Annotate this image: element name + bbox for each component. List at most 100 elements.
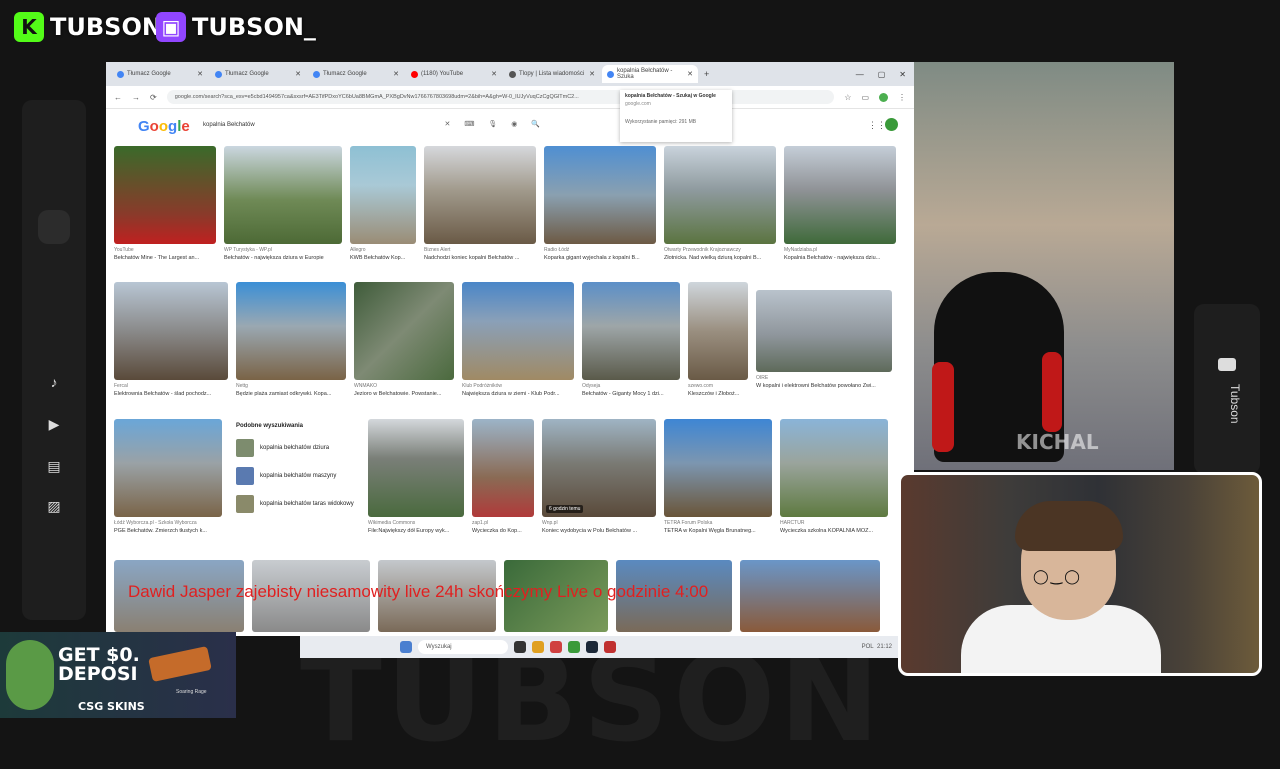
back-icon[interactable]: ←	[114, 93, 122, 102]
result-thumbnail[interactable]	[114, 146, 216, 244]
tab-favicon-icon	[215, 70, 222, 78]
reload-icon[interactable]: ⟳	[150, 93, 157, 102]
forward-icon[interactable]: →	[132, 93, 140, 102]
system-tray: POL 21:12	[861, 644, 892, 650]
tab-hover-card: kopalnia Bełchatów - Szukaj w Google goo…	[620, 90, 732, 142]
image-result-card[interactable]: Fercal Elektrownia Bełchatów - ślad poch…	[114, 282, 228, 397]
result-thumbnail[interactable]	[424, 146, 536, 244]
result-thumbnail[interactable]	[784, 146, 896, 244]
twitch-badge: ▣ TUBSON_	[156, 12, 316, 42]
new-tab-icon[interactable]: +	[704, 69, 709, 79]
google-logo[interactable]: Google	[138, 118, 190, 135]
image-result-card[interactable]: zap1.pl Wycieczka do Kop...	[472, 419, 534, 534]
result-thumbnail[interactable]	[688, 282, 748, 380]
image-result-card[interactable]: Odyseja Bełchatów - Giganty Mocy 1 dzi..…	[582, 282, 680, 397]
result-thumbnail[interactable]	[544, 146, 656, 244]
app-icon[interactable]	[604, 641, 616, 653]
google-favicon-icon	[607, 70, 614, 78]
close-icon[interactable]: ✕	[687, 70, 693, 78]
kick-icon: K	[14, 12, 44, 42]
result-thumbnail[interactable]	[368, 419, 464, 517]
close-icon[interactable]: ✕	[491, 70, 497, 78]
minimize-icon[interactable]: —	[856, 70, 864, 79]
result-thumbnail[interactable]	[350, 146, 416, 244]
windows-taskbar: Wyszukaj POL 21:12	[300, 636, 900, 658]
image-result-card[interactable]: Wikimedia Commons File:Największy dół Eu…	[368, 419, 464, 534]
image-result-card[interactable]: szewo.com Kleszczów i Złoboż...	[688, 282, 748, 397]
result-thumbnail[interactable]	[740, 560, 880, 632]
close-icon[interactable]: ✕	[589, 70, 595, 78]
browser-tab[interactable]: Tłumacz Google ✕	[112, 65, 208, 83]
tab-favicon-icon	[117, 70, 124, 78]
result-thumbnail[interactable]	[664, 146, 776, 244]
file-explorer-icon[interactable]	[532, 641, 544, 653]
result-thumbnail[interactable]	[462, 282, 574, 380]
image-result-card[interactable]: 6 godzin temu Wnp.pl Koniec wydobycia w …	[542, 419, 656, 534]
weapon-skin-icon	[148, 646, 212, 682]
image-result-card[interactable]: MyNadziaba.pl Kopalnia Bełchatów - najwi…	[784, 146, 896, 261]
related-thumbnail	[236, 467, 254, 485]
related-search-item[interactable]: kopalnia bełchatów dziura	[236, 439, 354, 457]
result-thumbnail[interactable]	[224, 146, 342, 244]
account-avatar[interactable]	[885, 118, 898, 131]
profile-avatar[interactable]	[879, 92, 888, 102]
chrome-icon[interactable]	[568, 641, 580, 653]
image-result-card[interactable]: Biznes Alert Nadchodzi koniec kopalni Be…	[424, 146, 536, 261]
related-thumbnail	[236, 495, 254, 513]
image-result-card[interactable]: TETRA Forum Polska TETRA w Kopalni Węgla…	[664, 419, 772, 534]
google-search-input[interactable]: kopalnia Bełchatów ✕ ⌨ 🎙 ◉ 🔍	[194, 117, 554, 133]
result-thumbnail[interactable]	[354, 282, 454, 380]
streamer-webcam: ◯‿◯	[898, 472, 1262, 676]
sponsor-banner[interactable]: GET $0. DEPOSI Soaring Rage CSG SKINS	[0, 632, 236, 718]
menu-icon[interactable]: ⋮	[898, 93, 906, 102]
background-watermark: TUBSON	[300, 630, 884, 769]
twitch-channel-name: TUBSON_	[192, 13, 316, 41]
search-controls: ✕ ⌨ 🎙 ◉ 🔍	[444, 121, 546, 128]
result-thumbnail[interactable]	[472, 419, 534, 517]
image-result-card[interactable]: OIRE W kopalni i elektrowni Bełchatów po…	[756, 282, 892, 397]
related-thumbnail	[236, 439, 254, 457]
windows-start-icon[interactable]	[400, 641, 412, 653]
image-result-card[interactable]: WP Turystyka - WP.pl Bełchatów - najwięk…	[224, 146, 342, 261]
result-thumbnail[interactable]	[236, 282, 346, 380]
task-view-icon[interactable]	[514, 641, 526, 653]
related-search-item[interactable]: kopalnia bełchatów taras widokowy	[236, 495, 354, 513]
image-result-card[interactable]: Klub Podróżników Największa dziura w zie…	[462, 282, 574, 397]
image-result-card[interactable]: YouTube Bełchatów Mine - The Largest an.…	[114, 146, 216, 261]
app-icon[interactable]	[550, 641, 562, 653]
image-result-card[interactable]: Łódź Wyborcza.pl - Szkoła Wyborcza PGE B…	[114, 419, 222, 534]
url-field[interactable]: google.com/search?sca_esv=e5cbd1494957ca…	[166, 90, 835, 104]
browser-tab[interactable]: Tłumacz Google ✕	[210, 65, 306, 83]
result-thumbnail[interactable]	[582, 282, 680, 380]
image-result-card[interactable]: Allegro KWB Bełchatów Kop...	[350, 146, 416, 261]
close-icon[interactable]: ✕	[295, 70, 301, 78]
result-thumbnail[interactable]	[114, 419, 222, 517]
extensions-icon[interactable]: ▭	[861, 93, 869, 102]
result-thumbnail[interactable]	[664, 419, 772, 517]
result-thumbnail[interactable]: 6 godzin temu	[542, 419, 656, 517]
related-search-item[interactable]: kopalnia bełchatów maszyny	[236, 467, 354, 485]
taskbar-search[interactable]: Wyszukaj	[418, 640, 508, 654]
maximize-icon[interactable]: ▢	[878, 70, 886, 79]
image-result-card[interactable]: HARCTUR Wycieczka szkolna KOPALNIA MOŻ..…	[780, 419, 888, 534]
apps-grid-icon[interactable]: ⋮⋮	[868, 120, 886, 131]
image-result-card[interactable]: WNMAKO Jezioro w Bełchatowie. Powstanie.…	[354, 282, 454, 397]
browser-tab[interactable]: (1180) YouTube ✕	[406, 65, 502, 83]
glasses-icon: ◯‿◯	[1033, 569, 1082, 585]
result-thumbnail[interactable]	[756, 290, 892, 372]
close-icon[interactable]: ✕	[197, 70, 203, 78]
image-result-card[interactable]: Otwarty Przewodnik Krajoznawczy Złotnick…	[664, 146, 776, 261]
window-controls: — ▢ ✕	[856, 70, 914, 79]
close-icon[interactable]: ✕	[393, 70, 399, 78]
bookmark-star-icon[interactable]: ☆	[844, 93, 851, 102]
result-thumbnail[interactable]	[114, 282, 228, 380]
steam-icon[interactable]	[586, 641, 598, 653]
skin-tag: Soaring Rage	[176, 689, 207, 695]
close-window-icon[interactable]: ✕	[899, 70, 906, 79]
browser-tab[interactable]: Tłumacz Google ✕	[308, 65, 404, 83]
result-thumbnail[interactable]	[780, 419, 888, 517]
browser-tab-active[interactable]: kopalnia Bełchatów - Szuka ✕	[602, 65, 698, 83]
image-result-card[interactable]: Radio Łódź Koparka gigant wyjechała z ko…	[544, 146, 656, 261]
image-result-card[interactable]: Nettg Będzie plaża zamiast odkrywki. Kop…	[236, 282, 346, 397]
browser-tab[interactable]: Tlopy | Lista wiadomości ✕	[504, 65, 600, 83]
